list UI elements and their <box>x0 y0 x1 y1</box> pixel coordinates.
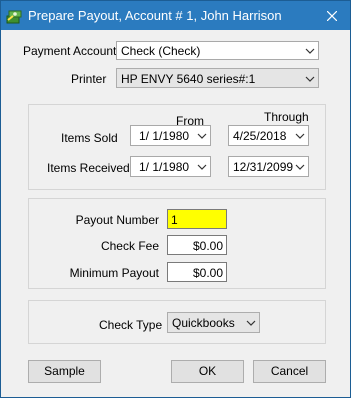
chevron-down-icon <box>295 133 305 139</box>
check-type-label: Check Type <box>99 318 163 332</box>
minimum-payout-input[interactable]: $0.00 <box>167 262 227 282</box>
app-icon <box>6 10 22 24</box>
items-received-label: Items Received <box>47 161 130 175</box>
check-fee-input[interactable]: $0.00 <box>167 235 227 255</box>
items-sold-from-value: 1/ 1/1980 <box>139 129 190 143</box>
payout-number-input[interactable]: 1 <box>167 209 227 229</box>
close-button[interactable] <box>314 1 350 30</box>
payment-account-label: Payment Account: <box>23 44 120 58</box>
printer-value: HP ENVY 5640 series#:1 <box>121 72 256 86</box>
title-bar: Prepare Payout, Account # 1, John Harris… <box>1 1 350 30</box>
through-header: Through <box>264 110 309 124</box>
items-received-from-date[interactable]: 1/ 1/1980 <box>130 156 211 177</box>
payment-account-value: Check (Check) <box>121 44 201 58</box>
chevron-down-icon <box>305 48 315 54</box>
items-received-from-value: 1/ 1/1980 <box>139 160 190 174</box>
chevron-down-icon <box>305 76 315 82</box>
chevron-down-icon <box>197 164 207 170</box>
items-sold-through-value: 4/25/2018 <box>233 129 287 143</box>
check-fee-value: $0.00 <box>192 239 223 253</box>
items-received-through-date[interactable]: 12/31/2099 <box>228 156 309 177</box>
minimum-payout-label: Minimum Payout <box>69 266 159 280</box>
items-received-through-value: 12/31/2099 <box>233 160 294 174</box>
items-sold-from-date[interactable]: 1/ 1/1980 <box>130 125 211 146</box>
chevron-down-icon <box>295 164 305 170</box>
prepare-payout-dialog: Prepare Payout, Account # 1, John Harris… <box>0 0 351 398</box>
window-title: Prepare Payout, Account # 1, John Harris… <box>28 8 282 23</box>
chevron-down-icon <box>246 320 256 326</box>
cancel-button[interactable]: Cancel <box>253 360 326 383</box>
items-sold-label: Items Sold <box>61 131 118 145</box>
sample-button[interactable]: Sample <box>28 360 101 383</box>
printer-select[interactable]: HP ENVY 5640 series#:1 <box>116 68 319 88</box>
check-type-select[interactable]: Quickbooks <box>167 312 260 333</box>
check-fee-label: Check Fee <box>100 239 159 253</box>
ok-button[interactable]: OK <box>171 360 244 383</box>
items-sold-through-date[interactable]: 4/25/2018 <box>228 125 309 146</box>
check-type-value: Quickbooks <box>172 316 235 330</box>
payout-number-value: 1 <box>171 213 178 227</box>
printer-label: Printer <box>71 72 107 86</box>
payment-account-select[interactable]: Check (Check) <box>116 41 319 60</box>
close-icon <box>327 10 337 21</box>
minimum-payout-value: $0.00 <box>192 266 223 280</box>
payout-number-label: Payout Number <box>75 213 159 227</box>
chevron-down-icon <box>197 133 207 139</box>
